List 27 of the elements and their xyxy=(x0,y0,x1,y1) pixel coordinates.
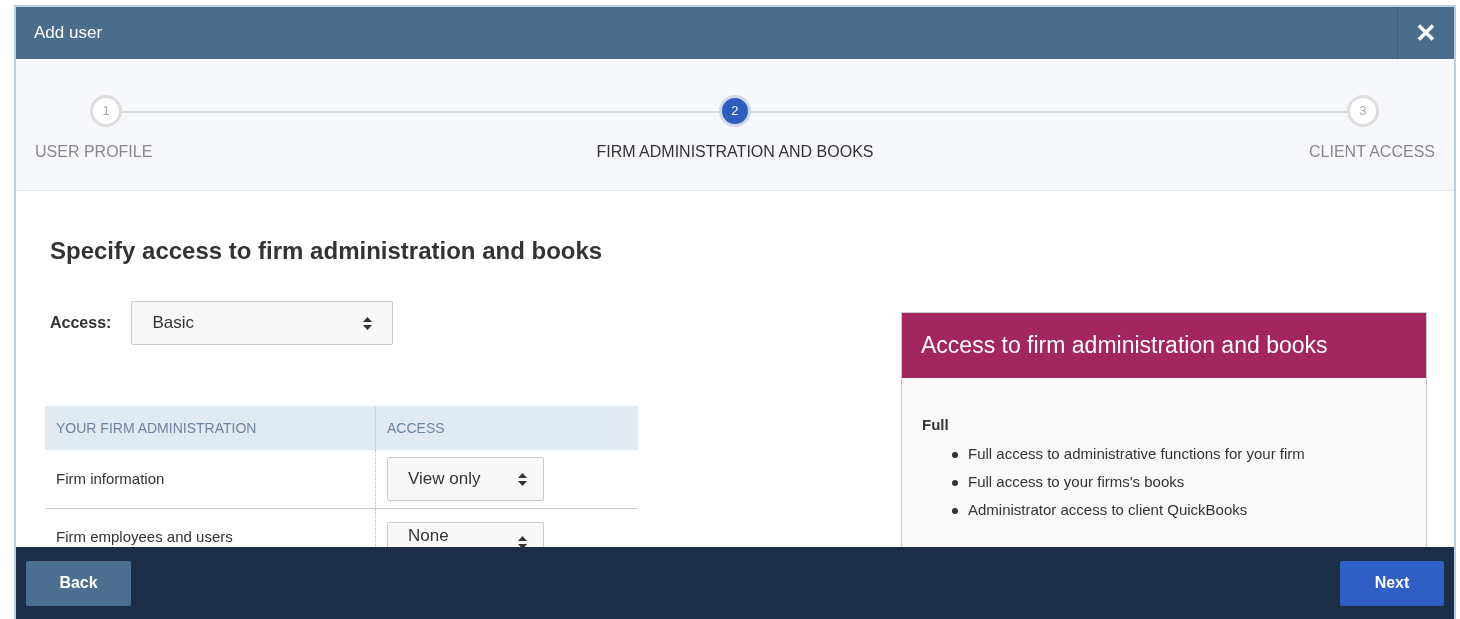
access-select[interactable]: None xyxy=(387,521,544,549)
sort-arrows-icon xyxy=(518,535,527,549)
back-button[interactable]: Back xyxy=(26,560,131,606)
sort-arrows-icon xyxy=(518,472,527,486)
column-header: YOUR FIRM ADMINISTRATION xyxy=(55,418,258,438)
sort-arrows-icon xyxy=(363,316,373,330)
next-button[interactable]: Next xyxy=(1340,560,1444,606)
step-label: USER PROFILE xyxy=(35,142,153,162)
window-title: Add user xyxy=(34,22,103,45)
bullet-text: Full access to your firms's books xyxy=(968,472,1185,493)
access-label: Access: xyxy=(50,313,112,333)
table-cell-text: Firm employees and users xyxy=(55,527,234,547)
bullet-text: Full access to administrative functions for your firm xyxy=(968,444,1305,465)
step-label: CLIENT ACCESS xyxy=(1309,142,1435,162)
access-level-name: Full xyxy=(922,415,950,435)
info-panel-title: Access to firm administration and books xyxy=(921,331,1328,361)
column-header: ACCESS xyxy=(375,406,638,450)
bullet-icon xyxy=(952,451,958,458)
section-heading: Specify access to firm administration and books xyxy=(50,236,603,266)
bullet-icon xyxy=(952,507,958,514)
table-cell-text: Firm information xyxy=(55,468,166,489)
bullet-text: Administrator access to client QuickBooks xyxy=(968,500,1248,521)
step-number[interactable]: 2 xyxy=(719,95,751,127)
step-label: FIRM ADMINISTRATION AND BOOKS xyxy=(596,142,874,162)
access-select[interactable]: View only xyxy=(387,457,544,501)
bullet-icon xyxy=(952,479,958,486)
access-select[interactable]: Basic xyxy=(131,301,394,345)
